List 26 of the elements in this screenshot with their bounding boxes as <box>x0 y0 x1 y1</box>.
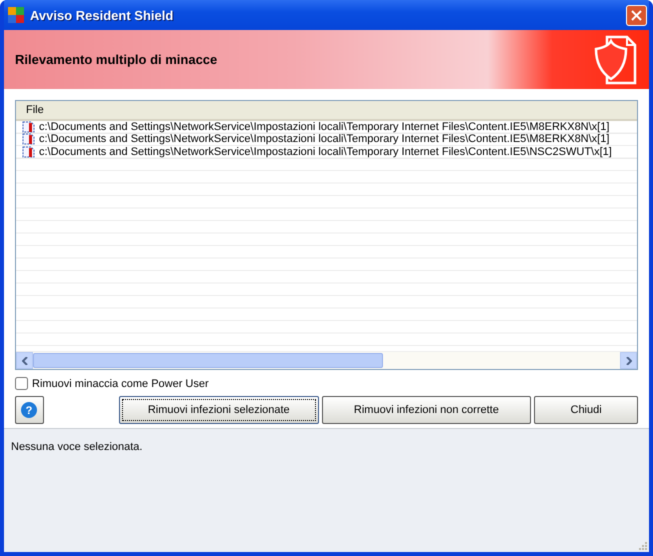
shield-document-icon <box>593 34 637 84</box>
app-logo-icon <box>8 7 24 23</box>
window-title: Avviso Resident Shield <box>30 8 174 22</box>
threat-file-icon <box>22 121 36 133</box>
action-button[interactable]: Rimuovi infezioni non corrette <box>322 396 532 424</box>
close-button[interactable] <box>626 4 647 26</box>
close-icon <box>631 10 642 20</box>
help-icon: ? <box>21 402 38 418</box>
action-button[interactable]: Rimuovi infezioni selezionate <box>118 396 319 424</box>
file-path[interactable]: c:\Documents and Settings\NetworkService\Impostazioni locali\Temporary Internet Files\Content.IE5\M8ERKX8N\x[1] <box>39 133 610 146</box>
status-text: Nessuna voce selezionata. <box>11 441 142 453</box>
scroll-right-icon[interactable] <box>626 356 632 364</box>
scroll-left-icon[interactable] <box>22 356 28 364</box>
scroll-thumb[interactable] <box>33 353 383 368</box>
checkbox-label: Rimuovi minaccia come Power User <box>32 378 209 390</box>
threat-file-icon <box>22 146 36 158</box>
power-user-checkbox[interactable] <box>15 377 28 390</box>
horizontal-scrollbar[interactable] <box>16 351 637 369</box>
header-title: Rilevamento multiplo di minacce <box>15 52 218 67</box>
file-path[interactable]: c:\Documents and Settings\NetworkService\Impostazioni locali\Temporary Internet Files\Content.IE5\NSC2SWUT\x[1] <box>39 146 612 158</box>
action-button[interactable]: Chiudi <box>534 396 638 424</box>
threat-file-icon <box>22 133 36 146</box>
file-path[interactable]: c:\Documents and Settings\NetworkService\Impostazioni locali\Temporary Internet Files\Content.IE5\M8ERKX8N\x[1] <box>39 121 610 133</box>
resize-grip-icon[interactable] <box>637 540 647 550</box>
column-header[interactable]: File <box>16 101 637 121</box>
help-button[interactable]: ? <box>15 396 44 424</box>
